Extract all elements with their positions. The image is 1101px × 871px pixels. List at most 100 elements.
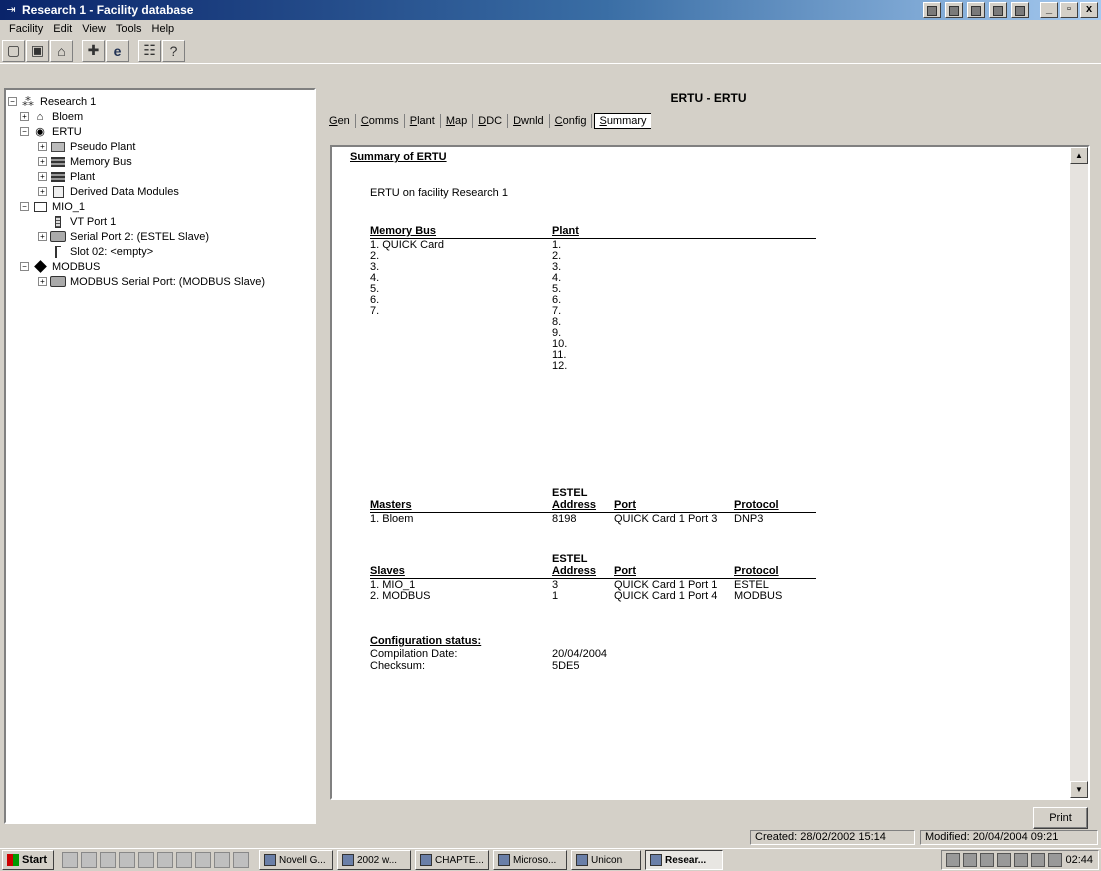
quick-launch-icon[interactable] [62,852,78,868]
quick-launch-icon[interactable] [138,852,154,868]
masters-address-header: Address [552,499,597,511]
tray-icon[interactable] [1048,853,1062,867]
tray-icon[interactable] [946,853,960,867]
expand-icon[interactable]: + [38,157,47,166]
slaves-header: Slaves [370,565,405,577]
task-label: Microso... [513,854,557,866]
table-cell: MODBUS [734,590,783,602]
tree-item-mio-1[interactable]: − MIO_1 [8,199,312,214]
slot-icon [50,245,66,258]
network-icon: ⁂ [22,94,34,109]
window-tool-icon-3[interactable] [967,2,985,18]
window-tool-icon-2[interactable] [945,2,963,18]
print-button[interactable]: Print [1033,807,1088,829]
task-button-novell[interactable]: Novell G... [259,850,333,870]
tab-config[interactable]: Config [550,114,593,128]
tab-map[interactable]: Map [441,114,474,128]
quick-launch-icon[interactable] [81,852,97,868]
expand-icon[interactable]: + [38,187,47,196]
collapse-icon[interactable]: − [20,127,29,136]
collapse-icon[interactable]: − [8,97,17,106]
quick-launch-icon[interactable] [233,852,249,868]
help-icon[interactable]: ? [162,39,185,62]
tray-icon[interactable] [1014,853,1028,867]
vertical-scrollbar[interactable]: ▲ ▼ [1070,147,1088,798]
taskbar: Start Novell G... 2002 w... CHAPTE... Mi… [0,848,1101,871]
quick-launch-icon[interactable] [157,852,173,868]
tree-item-bloem[interactable]: + ⌂ Bloem [8,109,312,124]
checksum-label: Checksum: [370,660,426,672]
expand-icon[interactable]: + [38,172,47,181]
minimize-button[interactable]: _ [1040,2,1058,18]
restore-button[interactable]: ▫ [1060,2,1078,18]
tree-item-research-1[interactable]: − ⁂ Research 1 [8,94,312,109]
menu-tools[interactable]: Tools [111,23,147,35]
collapse-icon[interactable]: − [20,202,29,211]
tab-label: ap [454,115,468,127]
tab-mnemonic: M [445,115,455,127]
menu-help[interactable]: Help [147,23,180,35]
summary-subtitle: ERTU on facility Research 1 [370,187,508,199]
tab-label: onfig [562,115,587,127]
tray-icon[interactable] [1031,853,1045,867]
tree-item-plant[interactable]: + Plant [8,169,312,184]
open-folder-icon[interactable]: ⌂ [50,39,73,62]
tab-dwnld[interactable]: Dwnld [508,114,550,128]
tree-item-derived-data-modules[interactable]: + Derived Data Modules [8,184,312,199]
window-controls: _ ▫ x [1040,2,1098,18]
memory-bus-icon [50,156,66,168]
quick-launch-icon[interactable] [119,852,135,868]
tab-comms[interactable]: Comms [356,114,405,128]
task-button-unicon[interactable]: Unicon [571,850,641,870]
task-button-microsoft[interactable]: Microso... [493,850,567,870]
serial-port-icon [50,231,66,243]
collapse-icon[interactable]: − [20,262,29,271]
quick-launch-icon[interactable] [214,852,230,868]
menu-facility[interactable]: Facility [4,23,48,35]
start-button[interactable]: Start [2,850,54,870]
tree-item-pseudo-plant[interactable]: + Pseudo Plant [8,139,312,154]
window-tool-icon-4[interactable] [989,2,1007,18]
scroll-up-icon[interactable]: ▲ [1070,147,1088,164]
plus-icon[interactable]: ✚ [82,39,105,62]
tree-item-label: Slot 02: <empty> [70,245,154,258]
tree-item-slot-02[interactable]: Slot 02: <empty> [8,244,312,259]
pseudo-plant-icon [50,141,66,153]
menu-edit[interactable]: Edit [48,23,77,35]
internet-explorer-icon[interactable]: e [106,39,129,62]
tab-summary[interactable]: Summary [594,113,651,129]
expand-icon[interactable]: + [20,112,29,121]
tray-icon[interactable] [997,853,1011,867]
tray-icon[interactable] [980,853,994,867]
expand-icon[interactable]: + [38,232,47,241]
save-icon[interactable]: ▣ [26,39,49,62]
close-button[interactable]: x [1080,2,1098,18]
tab-mnemonic: P [409,115,418,127]
tree-item-serial-port-2[interactable]: + Serial Port 2: (ESTEL Slave) [8,229,312,244]
expand-icon[interactable]: + [38,277,47,286]
quick-launch-icon[interactable] [176,852,192,868]
quick-launch-icon[interactable] [100,852,116,868]
tree-item-modbus[interactable]: − MODBUS [8,259,312,274]
expand-icon[interactable]: + [38,142,47,151]
task-button-research[interactable]: Resear... [645,850,723,870]
tree-item-vt-port-1[interactable]: VT Port 1 [8,214,312,229]
tree-item-ertu[interactable]: − ◉ ERTU [8,124,312,139]
properties-icon[interactable]: ☷ [138,39,161,62]
tab-plant[interactable]: Plant [405,114,441,128]
window-tool-icon-5[interactable] [1011,2,1029,18]
scroll-down-icon[interactable]: ▼ [1070,781,1088,798]
task-button-chapter[interactable]: CHAPTE... [415,850,489,870]
tab-ddc[interactable]: DDC [473,114,509,128]
quick-launch-icon[interactable] [195,852,211,868]
new-icon[interactable]: ▢ [2,39,25,62]
task-button-2002[interactable]: 2002 w... [337,850,411,870]
tab-gen[interactable]: Gen [324,114,356,128]
menu-view[interactable]: View [77,23,111,35]
tree-item-memory-bus[interactable]: + Memory Bus [8,154,312,169]
summary-view: Summary of ERTU ERTU on facility Researc… [330,145,1090,800]
task-label: Unicon [591,854,623,866]
tray-icon[interactable] [963,853,977,867]
tree-item-modbus-serial-port[interactable]: + MODBUS Serial Port: (MODBUS Slave) [8,274,312,289]
window-tool-icon-1[interactable] [923,2,941,18]
